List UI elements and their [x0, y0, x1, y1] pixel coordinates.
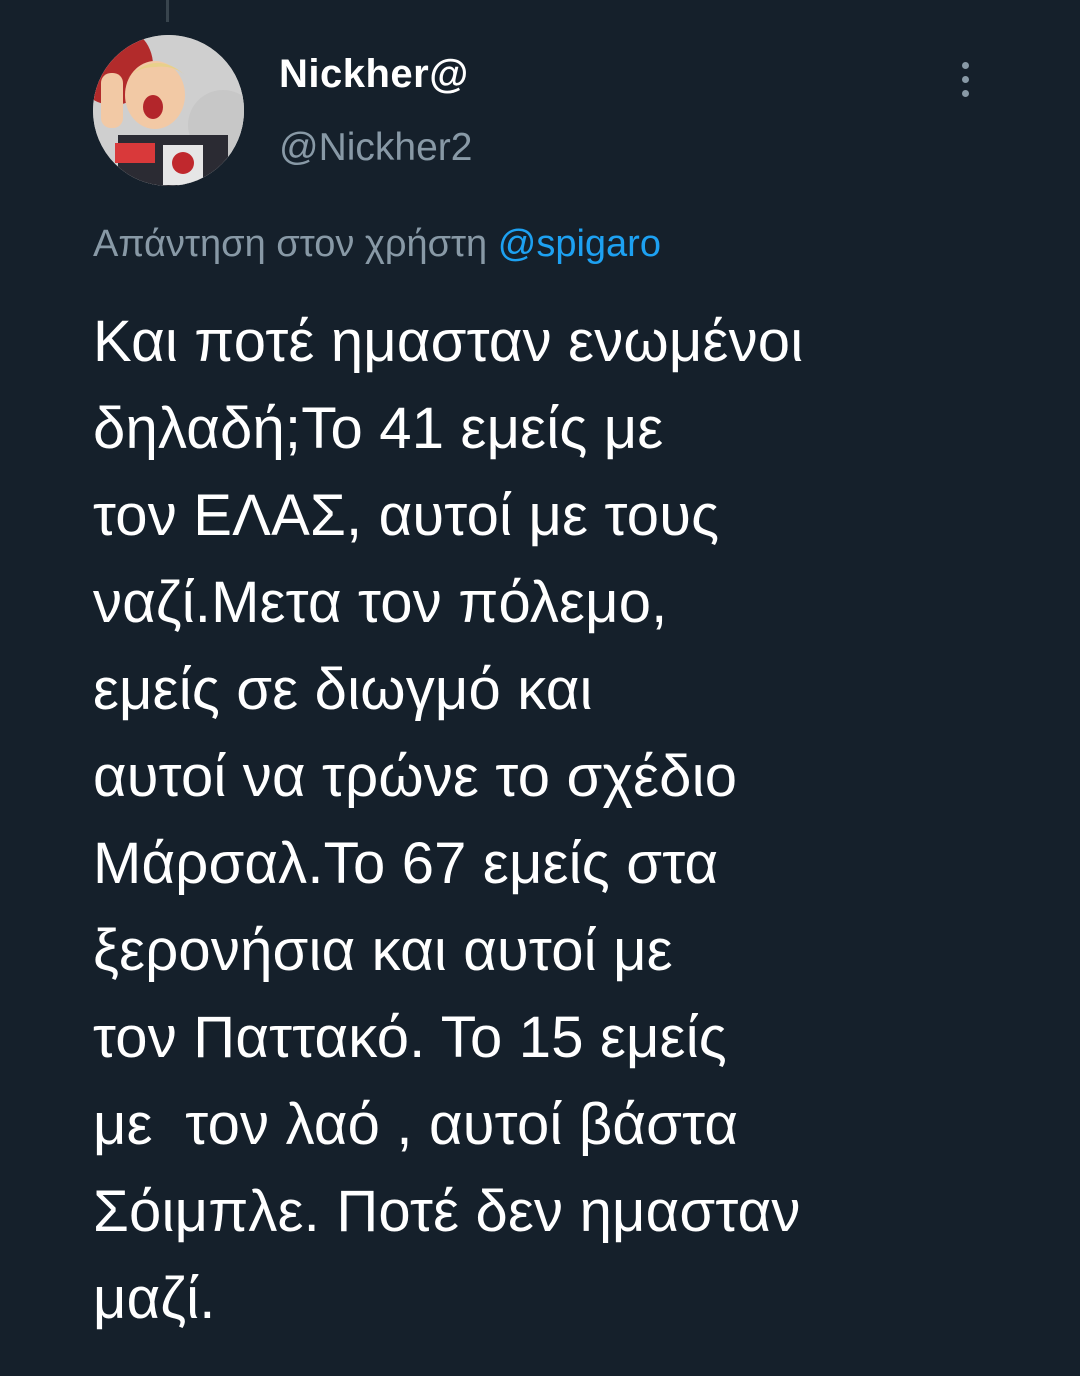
reply-context: Απάντηση στον χρήστη @spigaro	[93, 223, 661, 266]
avatar[interactable]	[93, 35, 244, 186]
more-vertical-icon-dot	[961, 75, 969, 83]
avatar-image	[93, 35, 244, 186]
reply-prefix: Απάντηση στον χρήστη	[93, 223, 488, 265]
thread-connector-line	[166, 0, 169, 22]
tweet-text: Και ποτέ ημασταν ενωμένοι δηλαδή;Το 41 ε…	[93, 309, 804, 1331]
more-options-button[interactable]	[945, 54, 985, 104]
more-vertical-icon-dot	[961, 89, 969, 97]
author-display-name[interactable]: Nickher@	[279, 52, 469, 97]
reply-mention-link[interactable]: @spigaro	[498, 223, 661, 265]
author-handle[interactable]: @Nickher2	[279, 126, 472, 170]
more-vertical-icon	[961, 61, 969, 69]
